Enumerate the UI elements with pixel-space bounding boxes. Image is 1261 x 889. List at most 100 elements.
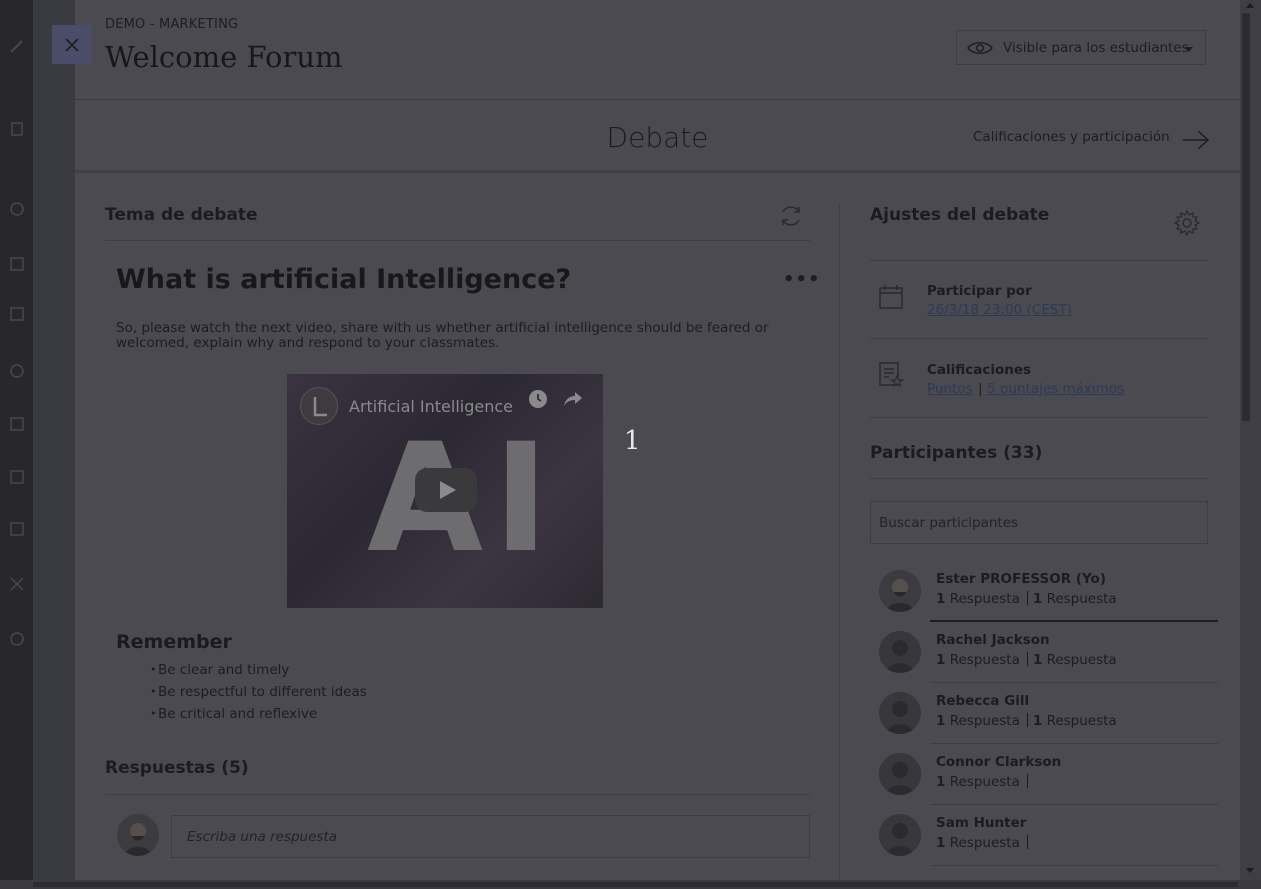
grading-icon [879, 362, 904, 388]
overlay-backdrop [33, 0, 75, 889]
topic-heading: Tema de debate [105, 205, 258, 225]
stats-separator [1026, 652, 1028, 666]
stats-separator [1026, 835, 1028, 849]
guidelines-list: Be clear and timely Be respectful to dif… [150, 661, 367, 727]
nav-icon [8, 415, 26, 433]
step-marker: 1 [624, 426, 641, 456]
stats-separator [1026, 713, 1028, 727]
participant-stats: 1 Respuesta 1 Respuesta [936, 713, 1117, 729]
reply-count-label: Respuesta [949, 591, 1020, 607]
response-count-label: Respuesta [1046, 591, 1117, 607]
divider [105, 794, 810, 795]
horizontal-scrollbar[interactable] [0, 880, 1261, 889]
replies-heading: Respuestas (5) [105, 758, 249, 778]
divider [870, 260, 1208, 261]
settings-heading: Ajustes del debate [870, 205, 1050, 225]
calendar-icon [879, 285, 903, 309]
arrow-right-icon[interactable] [1181, 129, 1211, 151]
nav-icon [8, 520, 26, 538]
play-button[interactable] [415, 468, 477, 512]
response-count: 1 [1032, 713, 1043, 729]
scroll-down-icon[interactable] [1246, 868, 1254, 873]
nav-icon [8, 468, 26, 486]
due-date-link[interactable]: 26/3/18 23:00 (CEST) [927, 302, 1072, 318]
vertical-scrollbar[interactable] [1240, 0, 1261, 880]
reply-count: 1 [936, 591, 946, 607]
remember-heading: Remember [116, 631, 232, 653]
scrollbar-thumb[interactable] [33, 882, 1238, 887]
participant-row[interactable]: Rebecca Gill 1 Respuesta 1 Respuesta [870, 683, 1218, 744]
reply-count: 1 [936, 774, 946, 790]
reply-count: 1 [936, 835, 946, 851]
avatar [879, 814, 921, 856]
nav-icon [8, 200, 26, 218]
list-item: Be critical and reflexive [150, 705, 367, 727]
divider [105, 240, 810, 241]
nav-icon [8, 120, 26, 138]
reply-count-label: Respuesta [949, 774, 1020, 790]
reply-count: 1 [936, 652, 946, 668]
channel-logo [300, 387, 338, 425]
reply-count-label: Respuesta [949, 835, 1020, 851]
share-icon[interactable] [562, 388, 584, 410]
participant-row[interactable]: Sam Hunter 1 Respuesta [870, 805, 1218, 866]
participant-name: Sam Hunter [936, 815, 1027, 831]
content-area: Tema de debate What is artificial Intell… [75, 176, 1240, 880]
close-button[interactable] [52, 25, 92, 64]
breadcrumb[interactable]: DEMO - MARKETING [105, 17, 238, 32]
scroll-up-icon[interactable] [1246, 3, 1254, 8]
video-title[interactable]: Artificial Intelligence [349, 397, 513, 416]
participant-name: Rachel Jackson [936, 632, 1050, 648]
response-count: 1 [1032, 591, 1043, 607]
topic-title: What is artificial Intelligence? [116, 264, 572, 295]
video-player[interactable]: AI Artificial Intelligence [287, 374, 603, 608]
eye-icon [967, 41, 993, 54]
grades-max-link[interactable]: 5 puntajes máximos [987, 381, 1124, 397]
nav-icon [8, 362, 26, 380]
participant-name: Connor Clarkson [936, 754, 1062, 770]
participant-row[interactable]: Ester PROFESSOR (Yo) 1 Respuesta 1 Respue… [870, 561, 1218, 622]
refresh-icon[interactable] [778, 203, 804, 229]
participants-heading: Participantes (33) [870, 443, 1043, 463]
divider [870, 478, 1208, 479]
list-item: Be clear and timely [150, 661, 367, 683]
caret-down-icon [1185, 47, 1193, 52]
visibility-dropdown[interactable]: Visible para los estudiantes [956, 30, 1206, 65]
nav-icon [8, 38, 26, 56]
avatar [879, 753, 921, 795]
reply-input[interactable] [171, 815, 810, 858]
participant-row[interactable]: Connor Clarkson 1 Respuesta [870, 744, 1218, 805]
tab-bar: Debate Calificaciones y participación [75, 101, 1240, 173]
due-date-label: Participar por [927, 283, 1032, 299]
participant-stats: 1 Respuesta [936, 774, 1033, 790]
topic-description: So, please watch the next video, share w… [116, 320, 769, 351]
divider [870, 417, 1208, 418]
participant-stats: 1 Respuesta 1 Respuesta [936, 652, 1117, 668]
avatar [879, 692, 921, 734]
response-count-label: Respuesta [1046, 713, 1117, 729]
list-item: Be respectful to different ideas [150, 683, 367, 705]
reply-count-label: Respuesta [949, 652, 1020, 668]
discussion-column: Tema de debate What is artificial Intell… [105, 176, 820, 880]
watch-later-icon[interactable] [527, 388, 549, 410]
nav-icon [8, 255, 26, 273]
participant-search-input[interactable] [870, 501, 1208, 544]
nav-icon [8, 305, 26, 323]
stats-separator [1026, 591, 1028, 605]
grades-separator: | [978, 381, 983, 397]
participant-name: Rebecca Gill [936, 693, 1030, 709]
avatar [879, 631, 921, 673]
scrollbar-thumb[interactable] [1242, 13, 1250, 421]
more-options-icon[interactable]: ••• [783, 269, 821, 290]
stats-separator [1026, 774, 1028, 788]
page-title: Welcome Forum [105, 40, 343, 74]
response-count: 1 [1032, 652, 1043, 668]
participant-stats: 1 Respuesta [936, 835, 1033, 851]
grades-participation-link[interactable]: Calificaciones y participación [973, 129, 1170, 145]
participant-row[interactable]: Rachel Jackson 1 Respuesta 1 Respuesta [870, 622, 1218, 683]
gear-icon[interactable] [1172, 208, 1202, 238]
avatar [117, 814, 159, 856]
grades-label: Calificaciones [927, 362, 1032, 378]
grades-points-link[interactable]: Puntos [927, 381, 973, 397]
row-divider [930, 865, 1218, 866]
